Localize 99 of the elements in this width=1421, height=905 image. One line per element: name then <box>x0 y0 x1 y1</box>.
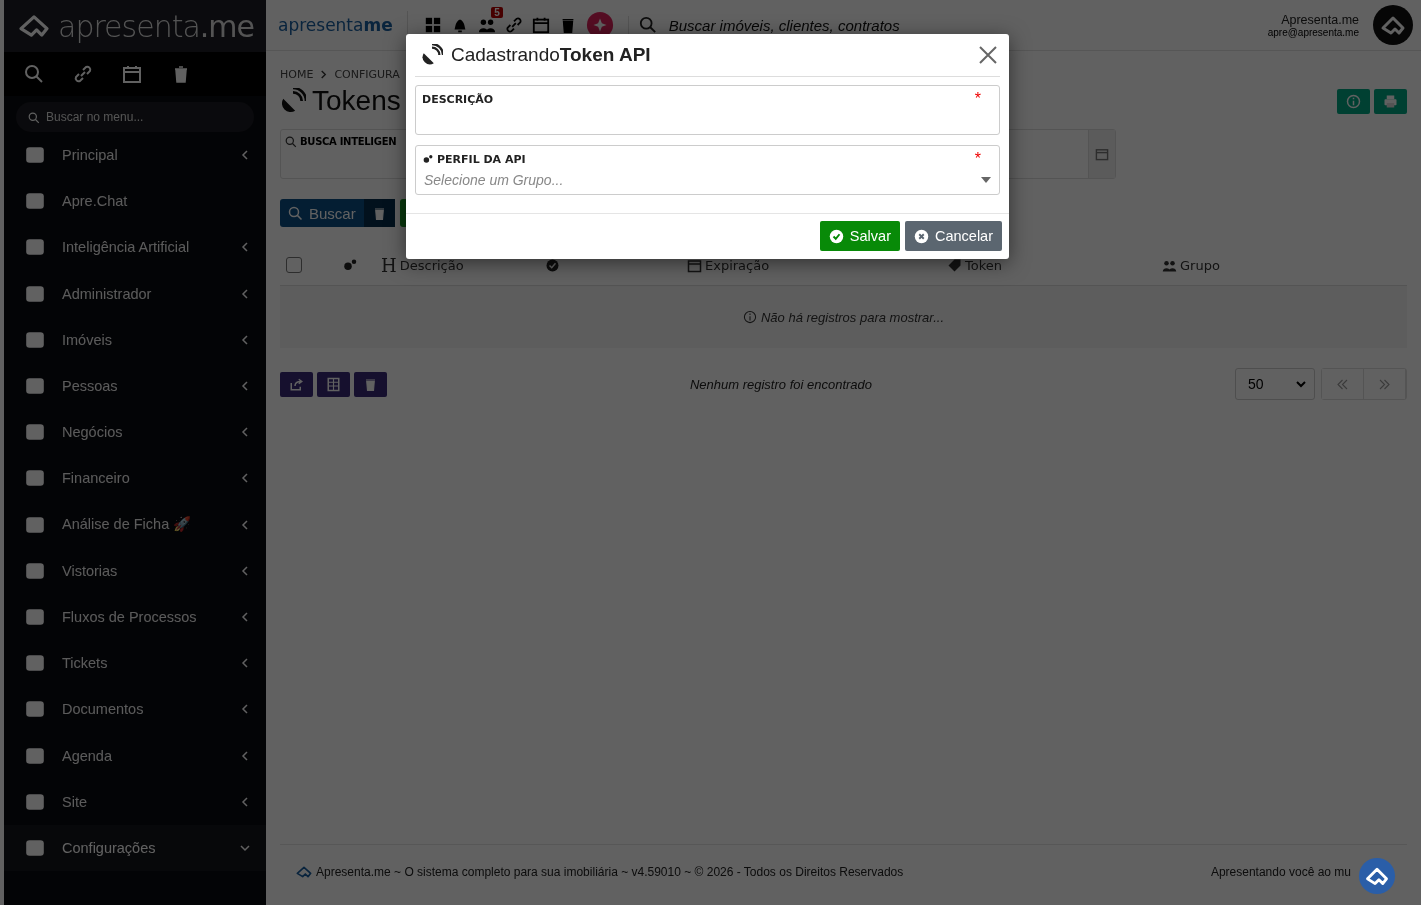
column-header[interactable]: Token <box>965 257 1002 273</box>
info-icon <box>742 310 757 324</box>
chevron-icon <box>240 658 250 669</box>
sidebar-menu-item[interactable]: Configurações <box>4 824 266 871</box>
menu-search-field[interactable]: Buscar no menu... <box>16 102 254 132</box>
dialog-title: CadastrandoToken API <box>451 44 652 66</box>
filter-label: BUSCA INTELIGEN <box>300 136 397 147</box>
user-email: apre@apresenta.me <box>1267 26 1359 38</box>
sidebar-menu-item[interactable]: Documentos <box>4 686 266 733</box>
column-header[interactable]: Descrição <box>399 257 464 273</box>
footer-text: Apresenta.me ~ O sistema completo para sua imobiliária ~ v4.59010 ~ © 2026 - Todos os Direitos Reservados <box>316 865 905 879</box>
print-button[interactable] <box>1374 88 1407 114</box>
sidebar-menu-item[interactable]: Análise de Ficha 🚀 <box>4 501 266 548</box>
sidebar-menu-item[interactable]: Agenda <box>4 732 266 779</box>
required-mark: * <box>974 150 981 168</box>
chevron-icon <box>240 473 250 484</box>
chevron-icon <box>240 750 250 761</box>
sidebar-menu-item[interactable]: Administrador <box>4 270 266 317</box>
search-icon <box>288 205 303 221</box>
sidebar-menu-item[interactable]: Imóveis <box>4 316 266 363</box>
column-header[interactable]: Expiração <box>705 257 770 273</box>
select-all-checkbox[interactable] <box>286 257 302 273</box>
logo-icon <box>18 13 50 39</box>
required-mark: * <box>974 90 981 108</box>
trash-icon <box>363 376 378 392</box>
sidebar-menu-item[interactable]: Negócios <box>4 409 266 456</box>
satellite-dish-icon <box>421 44 443 66</box>
sidebar-menu-item[interactable]: Financeiro <box>4 455 266 502</box>
info-icon <box>1346 93 1361 109</box>
footer-tagline: Apresentando você ao mu <box>1210 865 1351 879</box>
link-icon[interactable] <box>73 64 93 84</box>
breadcrumb-link[interactable]: CONFIGURA <box>334 68 400 81</box>
page-title: Tokens <box>312 85 401 117</box>
sidebar-menu-item[interactable]: Inteligência Artificial <box>4 224 266 271</box>
chevron-icon <box>240 334 250 345</box>
profile-select[interactable]: PERFIL DA API * Selecione um Grupo... <box>415 145 1000 195</box>
printer-icon <box>1383 93 1398 109</box>
chevron-icon <box>240 565 250 576</box>
sidebar-menu-item[interactable]: Tickets <box>4 640 266 687</box>
satellite-dish-icon <box>280 88 306 114</box>
share-icon <box>289 376 304 392</box>
logo-icon <box>296 865 312 879</box>
brand-logo: apresentame <box>278 15 393 35</box>
description-field[interactable]: DESCRIÇÃO * <box>415 85 1000 135</box>
search-button[interactable]: Buscar <box>280 199 364 227</box>
chevron-icon <box>240 381 250 392</box>
chevron-icon <box>240 796 250 807</box>
date-picker-button[interactable] <box>1088 130 1115 178</box>
calendar-icon <box>687 257 702 273</box>
columns-button[interactable] <box>317 371 350 397</box>
caret-icon <box>981 177 991 183</box>
global-search-field[interactable]: Buscar imóveis, clientes, contratos <box>666 15 1071 35</box>
search-icon <box>28 112 40 124</box>
chevron-icon <box>240 611 250 622</box>
sidebar-menu-item[interactable]: Fluxos de Processos <box>4 593 266 641</box>
page-size-select[interactable]: 50 <box>1235 368 1315 400</box>
chevron-icon <box>240 150 250 161</box>
calendar-icon[interactable] <box>531 16 550 34</box>
export-button[interactable] <box>280 371 313 397</box>
delete-button[interactable] <box>354 371 387 397</box>
search-icon[interactable] <box>24 64 44 84</box>
notification-badge: 5 <box>491 7 503 18</box>
grid-icon[interactable] <box>423 16 442 34</box>
empty-message: Não há registros para mostrar... <box>760 309 944 325</box>
breadcrumb-link[interactable]: HOME <box>280 68 314 81</box>
sidebar-menu-item[interactable]: Vistorias <box>4 547 266 594</box>
column-header[interactable]: Grupo <box>1180 257 1220 273</box>
chevron-icon <box>240 427 250 438</box>
sidebar-menu-item[interactable]: Principal <box>4 132 266 179</box>
close-icon[interactable] <box>978 45 998 65</box>
tag-icon <box>947 257 962 273</box>
chevron-icon <box>240 704 250 715</box>
chevron-icon <box>240 519 250 530</box>
sidebar-menu-item[interactable]: Apre.Chat <box>4 178 266 225</box>
chevron-icon <box>240 242 250 253</box>
table-icon <box>326 376 341 392</box>
sidebar-menu-item[interactable]: Site <box>4 778 266 825</box>
x-circle-icon <box>913 228 929 244</box>
caret-icon <box>1296 379 1306 389</box>
save-button[interactable]: Salvar <box>819 221 900 251</box>
search-icon <box>638 16 657 34</box>
pagination-status: Nenhum registro foi encontrado <box>688 376 874 392</box>
user-name: Apresenta.me <box>1281 12 1359 27</box>
calendar-icon <box>1095 147 1109 161</box>
clear-button[interactable] <box>363 199 395 227</box>
link-icon[interactable] <box>504 16 523 34</box>
cancel-button[interactable]: Cancelar <box>904 221 1002 251</box>
sidebar-menu-item[interactable]: Pessoas <box>4 362 266 410</box>
calendar-icon[interactable] <box>122 64 142 84</box>
chevron-icon <box>240 842 250 853</box>
heading-icon: H <box>381 254 397 276</box>
check-circle-icon <box>828 228 844 244</box>
chevron-icon <box>240 288 250 299</box>
user-avatar[interactable] <box>1373 5 1413 45</box>
search-icon <box>285 136 297 148</box>
chevron-icon <box>319 70 329 79</box>
brand-logo: apresenta.me <box>58 8 255 44</box>
chat-launcher-button[interactable] <box>1358 857 1396 895</box>
info-button[interactable] <box>1337 88 1370 114</box>
